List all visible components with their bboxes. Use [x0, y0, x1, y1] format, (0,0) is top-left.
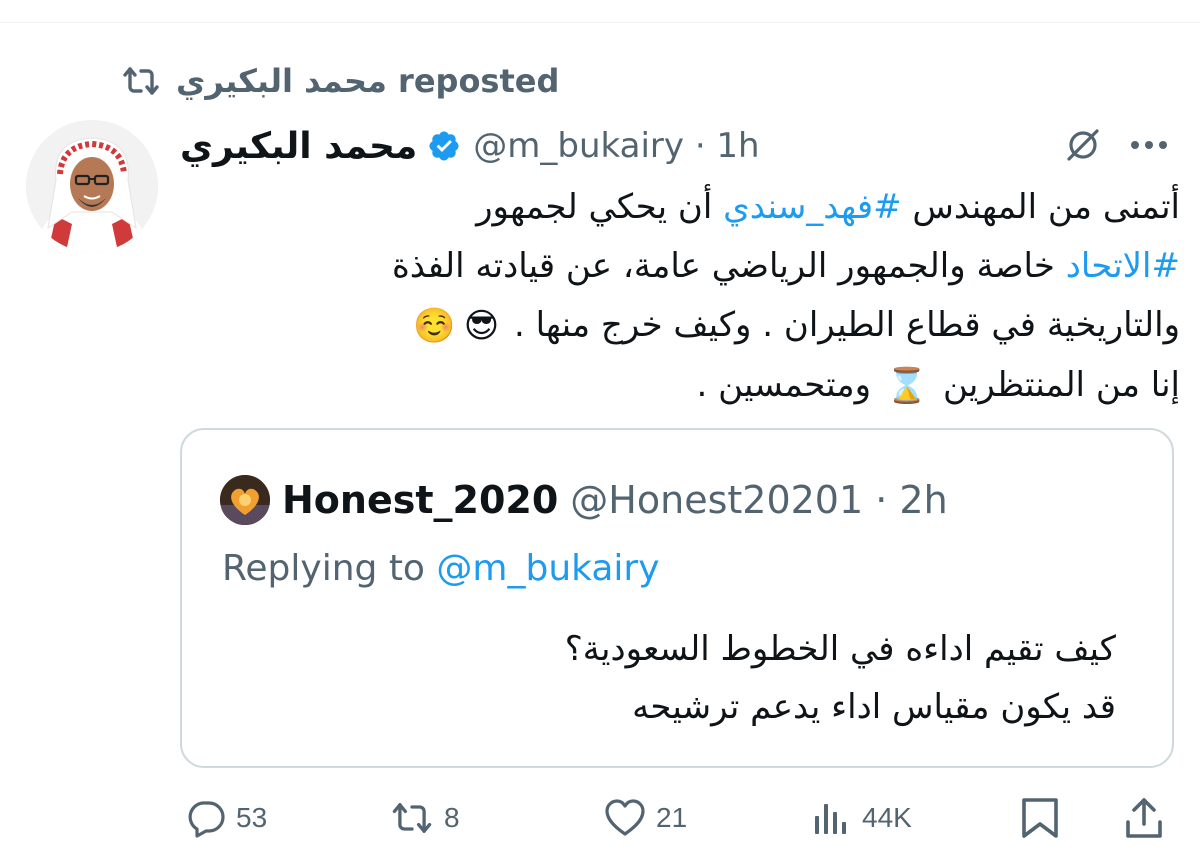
smiling-emoji-icon: ☺️ [413, 306, 456, 346]
bookmark-button[interactable] [1020, 790, 1060, 846]
tweet-text: أتمنى من المهندس #فهد_سندي أن يحكي لجمهو… [210, 178, 1180, 416]
tweet-line-4: إنا من المنتظرين ⌛ ومتحمسين . [210, 356, 1180, 416]
tweet-line-1: أتمنى من المهندس #فهد_سندي أن يحكي لجمهو… [476, 187, 1180, 227]
author-display-name[interactable]: محمد البكيري [180, 126, 417, 167]
repost-action-icon [392, 803, 432, 833]
tweet-line-2: #الاتحاد خاصة والجمهور الرياضي عامة، عن … [391, 246, 1180, 286]
more-options-icon[interactable] [1126, 122, 1172, 168]
quoted-line-2: قد يكون مقياس اداء يدعم ترشيحه [632, 687, 1116, 727]
analytics-icon [815, 804, 846, 834]
quoted-author-name[interactable]: Honest_2020 [282, 478, 558, 522]
verified-badge-icon [427, 128, 463, 164]
reply-icon [188, 801, 225, 838]
tweet-line-3: والتاريخية في قطاع الطيران . وكيف خرج من… [210, 296, 1180, 356]
top-divider [0, 22, 1200, 23]
hashtag-link[interactable]: #فهد_سندي [723, 187, 901, 227]
hourglass-emoji-icon: ⌛ [885, 366, 929, 406]
heart-icon [605, 799, 645, 836]
quoted-line-1: كيف تقيم اداءه في الخطوط السعودية؟ [564, 629, 1116, 669]
repost-button[interactable]: 8 [390, 790, 460, 846]
grok-icon[interactable] [1060, 122, 1106, 168]
quoted-tweet-card[interactable]: Honest_2020 @Honest20201 · 2h Replying t… [180, 428, 1174, 768]
repost-label: محمد البكيري reposted [176, 62, 560, 100]
quoted-tweet-header: Honest_2020 @Honest20201 · 2h [220, 474, 948, 526]
quoted-author-avatar[interactable] [220, 475, 270, 525]
tweet-action-bar: 53 8 21 44K [0, 790, 1200, 846]
views-button[interactable]: 44K [812, 790, 912, 846]
sunglasses-emoji-icon: 😎 [463, 306, 500, 346]
quoted-tweet-text: كيف تقيم اداءه في الخطوط السعودية؟ قد يك… [316, 620, 1116, 736]
repost-indicator[interactable]: محمد البكيري reposted [118, 58, 559, 104]
reply-button[interactable]: 53 [186, 790, 267, 846]
replying-mention-link[interactable]: @m_bukairy [436, 548, 659, 589]
hashtag-link[interactable]: #الاتحاد [1066, 246, 1180, 286]
view-count: 44K [862, 802, 912, 833]
bookmark-icon [1022, 798, 1058, 838]
like-count: 21 [656, 802, 688, 833]
share-button[interactable] [1124, 790, 1164, 846]
share-icon [1126, 798, 1162, 838]
repost-count: 8 [444, 802, 460, 833]
tweet-header: محمد البكيري @m_bukairy · 1h [180, 118, 1180, 174]
author-avatar[interactable] [26, 120, 158, 252]
replying-to: Replying to @m_bukairy [222, 548, 660, 589]
like-button[interactable]: 21 [604, 790, 687, 846]
reply-count: 53 [236, 802, 268, 833]
repost-icon [118, 61, 164, 101]
quoted-author-handle-time[interactable]: @Honest20201 · 2h [570, 478, 947, 522]
author-handle-time[interactable]: @m_bukairy · 1h [473, 126, 759, 166]
